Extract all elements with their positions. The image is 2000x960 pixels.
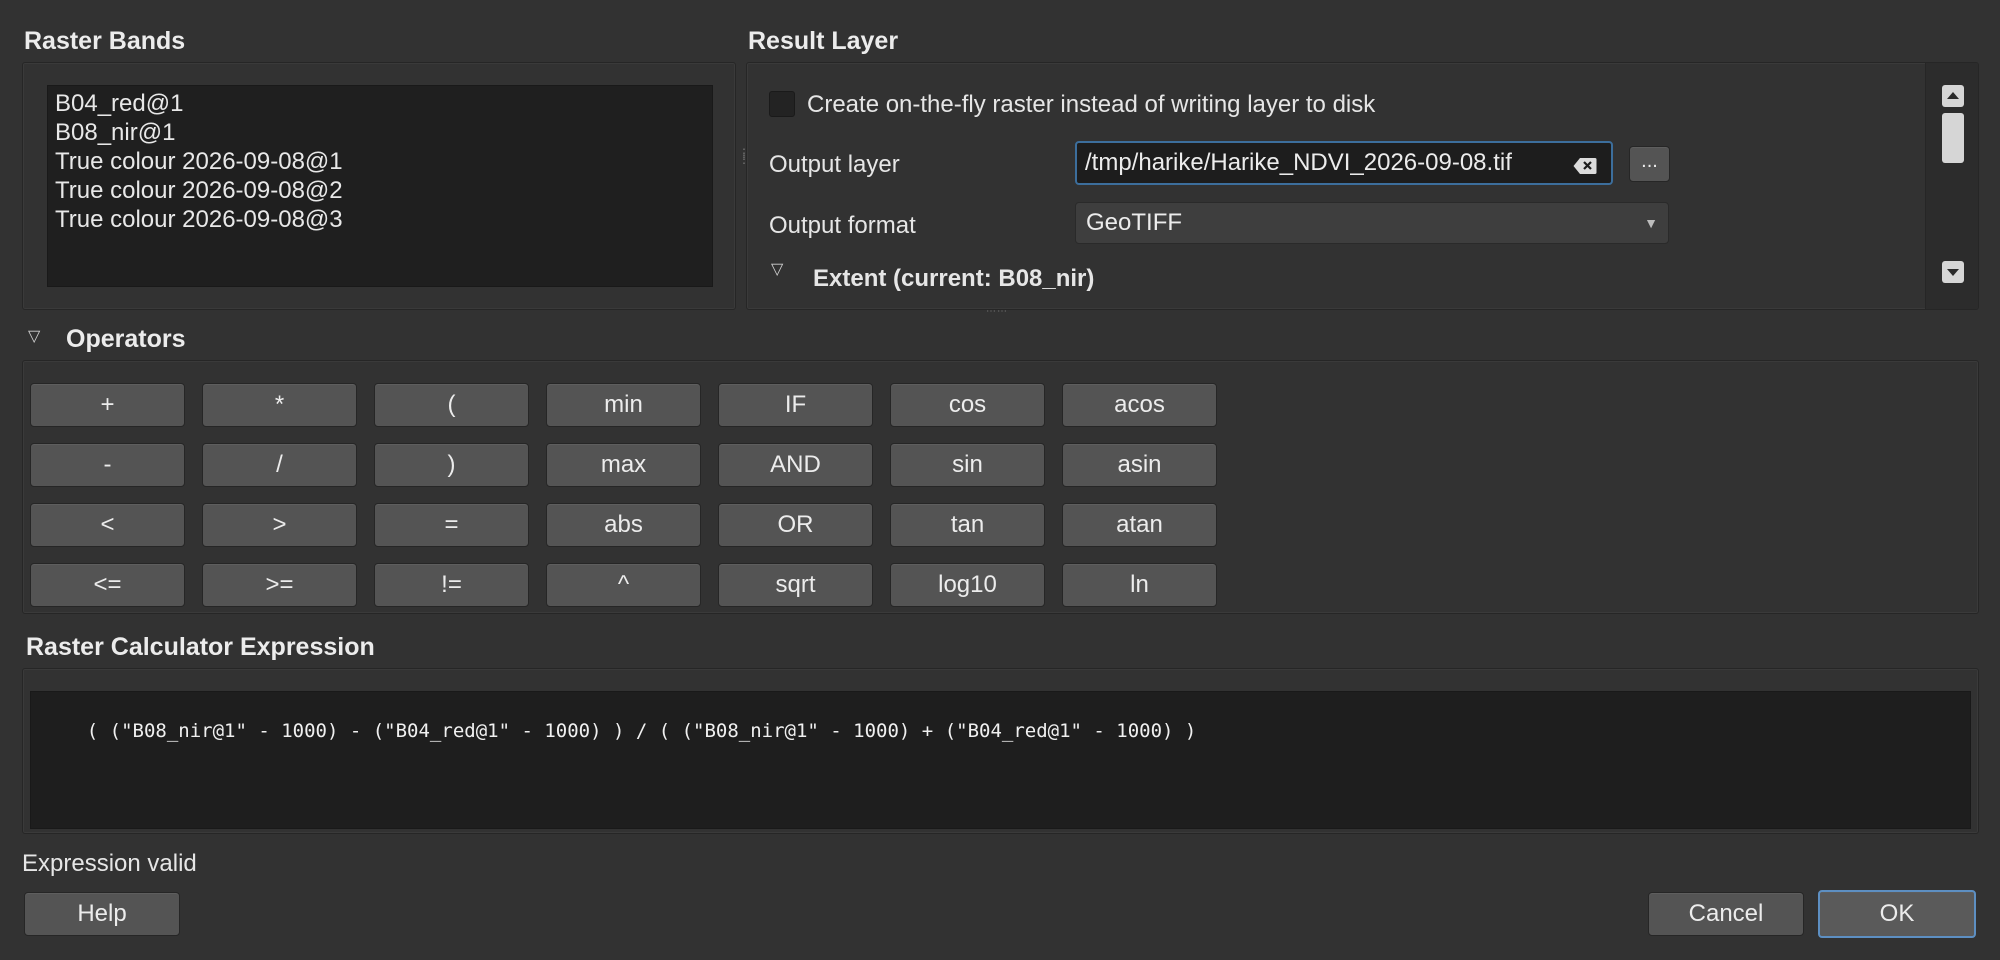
scroll-thumb[interactable]: [1942, 113, 1964, 163]
scroll-down-arrow-icon[interactable]: [1942, 261, 1964, 283]
output-layer-label: Output layer: [769, 151, 900, 178]
expression-editor[interactable]: ( ("B08_nir@1" - 1000) - ("B04_red@1" - …: [30, 691, 1971, 829]
output-layer-field[interactable]: /tmp/harike/Harike_NDVI_2026-09-08.tif: [1075, 141, 1613, 185]
operator-button[interactable]: <: [30, 503, 185, 547]
scroll-up-arrow-icon[interactable]: [1942, 85, 1964, 107]
on-the-fly-label: Create on-the-fly raster instead of writ…: [807, 91, 1376, 118]
raster-bands-title: Raster Bands: [24, 27, 186, 55]
chevron-down-icon: ▼: [1644, 215, 1658, 231]
operator-button[interactable]: /: [202, 443, 357, 487]
ok-button[interactable]: OK: [1818, 890, 1976, 938]
operators-title: Operators: [66, 325, 186, 353]
expression-title: Raster Calculator Expression: [26, 633, 375, 661]
raster-bands-list[interactable]: B04_red@1 B08_nir@1 True colour 2026-09-08…: [47, 85, 713, 287]
output-format-label: Output format: [769, 212, 916, 239]
operator-button[interactable]: min: [546, 383, 701, 427]
operator-button[interactable]: >=: [202, 563, 357, 607]
operator-button[interactable]: sqrt: [718, 563, 873, 607]
operator-button[interactable]: =: [374, 503, 529, 547]
operator-button[interactable]: !=: [374, 563, 529, 607]
extent-collapse-icon[interactable]: ▽: [771, 259, 783, 279]
splitter-handle-horizontal[interactable]: ⋯⋯: [986, 306, 1008, 317]
output-format-combo[interactable]: GeoTIFF ▼: [1075, 202, 1669, 244]
output-layer-value: /tmp/harike/Harike_NDVI_2026-09-08.tif: [1085, 149, 1512, 176]
operator-button[interactable]: sin: [890, 443, 1045, 487]
operator-button[interactable]: <=: [30, 563, 185, 607]
operators-group: + *(min IF cos acos - /) max AND sin asin < > = abs OR t…: [22, 360, 1979, 614]
operator-button[interactable]: log10: [890, 563, 1045, 607]
operator-button[interactable]: abs: [546, 503, 701, 547]
browse-button[interactable]: ...: [1629, 146, 1670, 182]
splitter-handle-vertical[interactable]: ⋮ ⋮: [738, 147, 750, 165]
band-list-item[interactable]: True colour 2026-09-08@1: [48, 147, 712, 176]
band-list-item[interactable]: B04_red@1: [48, 89, 712, 118]
band-list-item[interactable]: B08_nir@1: [48, 118, 712, 147]
clear-icon[interactable]: [1573, 154, 1597, 174]
operator-button[interactable]: *: [202, 383, 357, 427]
operator-button[interactable]: (: [374, 383, 529, 427]
on-the-fly-checkbox[interactable]: [769, 91, 795, 117]
operator-button[interactable]: -: [30, 443, 185, 487]
operator-button[interactable]: asin: [1062, 443, 1217, 487]
expression-text: ( ("B08_nir@1" - 1000) - ("B04_red@1" - …: [86, 720, 1197, 742]
operator-button[interactable]: acos: [1062, 383, 1217, 427]
operator-button[interactable]: AND: [718, 443, 873, 487]
help-button[interactable]: Help: [24, 892, 180, 936]
operator-button[interactable]: >: [202, 503, 357, 547]
operator-button[interactable]: tan: [890, 503, 1045, 547]
result-layer-group: Create on-the-fly raster instead of writ…: [746, 62, 1979, 310]
cancel-button[interactable]: Cancel: [1648, 892, 1804, 936]
result-layer-title: Result Layer: [748, 27, 899, 55]
operator-button[interactable]: ): [374, 443, 529, 487]
band-list-item[interactable]: True colour 2026-09-08@3: [48, 205, 712, 234]
operator-button[interactable]: IF: [718, 383, 873, 427]
band-list-item[interactable]: True colour 2026-09-08@2: [48, 176, 712, 205]
operator-button[interactable]: atan: [1062, 503, 1217, 547]
raster-bands-group: B04_red@1 B08_nir@1 True colour 2026-09-08…: [22, 62, 736, 310]
result-layer-scrollbar: [1925, 63, 1978, 309]
operator-button[interactable]: ln: [1062, 563, 1217, 607]
expression-status: Expression valid: [22, 850, 197, 877]
operator-button[interactable]: OR: [718, 503, 873, 547]
operator-button[interactable]: +: [30, 383, 185, 427]
extent-section-label[interactable]: Extent (current: B08_nir): [813, 265, 1094, 293]
operator-button[interactable]: cos: [890, 383, 1045, 427]
operator-button[interactable]: ^: [546, 563, 701, 607]
operators-collapse-icon[interactable]: ▽: [28, 326, 40, 346]
operator-button[interactable]: max: [546, 443, 701, 487]
output-format-value: GeoTIFF: [1086, 209, 1183, 236]
expression-group: ( ("B08_nir@1" - 1000) - ("B04_red@1" - …: [22, 668, 1979, 834]
